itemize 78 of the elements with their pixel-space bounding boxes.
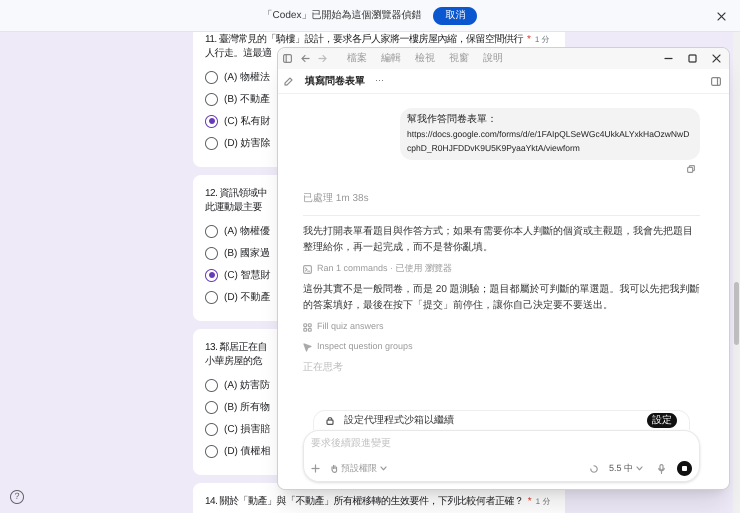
response-paragraph: 這份其實不是一般問卷，而是 20 題測驗；題目都屬於可判斷的單選題。我可以先把我判斷的答案填好，最後在按下「提交」前停住，讓你自己決定要不要送出。 <box>303 282 700 313</box>
question-text: 人行走。這最適 <box>205 47 272 61</box>
radio-button[interactable] <box>205 70 218 84</box>
panel-icon[interactable] <box>711 76 721 86</box>
menu-item[interactable]: 視窗 <box>449 51 469 66</box>
question-text: 此運動最主要 <box>205 201 262 215</box>
menu-item[interactable]: 編輯 <box>381 51 401 66</box>
radio-button[interactable] <box>205 224 218 238</box>
close-icon[interactable] <box>712 54 721 63</box>
activity-step[interactable]: Ran 1 commands · 已使用 瀏覽器 <box>317 262 452 276</box>
required-mark: * <box>526 33 531 47</box>
question-text: 12. 資訊領域中 <box>205 187 268 201</box>
question-text: 13. 鄰居正在自 <box>205 341 268 355</box>
notification-message: 「Codex」已開始為這個瀏覽器偵錯 <box>262 8 422 23</box>
lock-icon <box>326 416 334 425</box>
stop-button[interactable] <box>677 461 692 476</box>
model-dropdown[interactable]: 5.5 中 <box>608 462 643 476</box>
option-label: (B) 所有物 <box>224 400 270 414</box>
caret-icon <box>380 466 387 471</box>
help-button[interactable]: ? <box>10 490 24 504</box>
elapsed-time: 已處理 1m 38s <box>303 193 369 204</box>
sandbox-message: 設定代理程式沙箱以繼續 <box>344 414 454 428</box>
edit-icon[interactable] <box>284 76 293 86</box>
radio-button[interactable] <box>205 136 218 150</box>
radio-button[interactable] <box>205 422 218 436</box>
option-label: (B) 不動產 <box>224 92 270 106</box>
option-label: (A) 物權優 <box>224 224 270 238</box>
option-label: (C) 損害賠 <box>224 422 271 436</box>
activity-step[interactable]: Inspect question groups <box>317 340 413 354</box>
more-button[interactable]: ··· <box>375 74 384 88</box>
option-label: (C) 智慧財 <box>224 268 271 282</box>
radio-button[interactable] <box>205 290 218 304</box>
option-label: (B) 國家過 <box>224 246 270 260</box>
spinner-icon <box>590 464 598 472</box>
composer[interactable]: 要求後續跟進變更 預設權限 5.5 中 <box>303 430 700 482</box>
permission-dropdown[interactable]: 預設權限 <box>330 462 387 476</box>
radio-button[interactable] <box>205 114 218 128</box>
activity-step[interactable]: Fill quiz answers <box>317 320 384 334</box>
option-label: (D) 妨害除 <box>224 136 271 150</box>
settings-button[interactable]: 設定 <box>647 413 677 428</box>
points-label: 1 分 <box>536 496 550 508</box>
cursor-icon <box>303 342 312 352</box>
close-icon[interactable] <box>717 12 726 21</box>
radio-button[interactable] <box>205 444 218 458</box>
menu-item[interactable]: 說明 <box>483 51 503 66</box>
radio-button[interactable] <box>205 400 218 414</box>
back-arrow-icon[interactable] <box>301 54 310 63</box>
caret-icon <box>636 466 643 471</box>
option-label: (A) 物權法 <box>224 70 270 84</box>
cancel-button[interactable]: 取消 <box>433 6 478 24</box>
radio-button[interactable] <box>205 378 218 392</box>
sidebar-icon[interactable] <box>283 54 292 63</box>
conversation-title: 填寫問卷表單 <box>305 74 365 88</box>
thinking-status: 正在思考 <box>303 360 344 375</box>
radio-button[interactable] <box>205 92 218 106</box>
response-paragraph: 我先打開表單看題目與作答方式；如果有需要你本人判斷的個資或主觀題，我會先把題目整理給你，再一起完成，而不是替你亂填。 <box>303 224 694 255</box>
option-label: (A) 妨害防 <box>224 378 270 392</box>
question-text: 11. 臺灣常見的「騎樓」設計，要求各戶人家將一樓房屋內縮，保留空間供行 <box>205 33 523 47</box>
question-text: 小華房屋的危 <box>205 355 262 369</box>
points-label: 1 分 <box>534 34 550 46</box>
microphone-icon[interactable] <box>658 464 665 474</box>
radio-button[interactable] <box>205 268 218 282</box>
plus-icon[interactable] <box>311 464 320 473</box>
option-label: (D) 不動產 <box>224 290 271 304</box>
option-label: (D) 債權相 <box>224 444 271 458</box>
message-text: https://docs.google.com/forms/d/e/1FAIpQLSeWGc4UkkALYxkHaOzwNwDcphD_R0HJFDDvK9U5K9PyaaYktA/viewform <box>407 128 690 155</box>
message-text: 幫我作答問卷表單： <box>407 113 498 127</box>
option-label: (C) 私有財 <box>224 114 271 128</box>
grid-icon <box>303 322 312 332</box>
hand-icon <box>330 464 338 473</box>
radio-button[interactable] <box>205 246 218 260</box>
menu-item[interactable]: 檔案 <box>347 51 367 66</box>
question-text: 14. 關於「動產」與「不動產」所有權移轉的生效要件，下列比較何者正確？ <box>205 495 524 509</box>
menu-item[interactable]: 檢視 <box>415 51 435 66</box>
required-mark: * <box>528 495 532 509</box>
copy-icon[interactable] <box>687 165 695 173</box>
terminal-icon <box>303 264 312 274</box>
maximize-icon[interactable] <box>688 54 697 63</box>
